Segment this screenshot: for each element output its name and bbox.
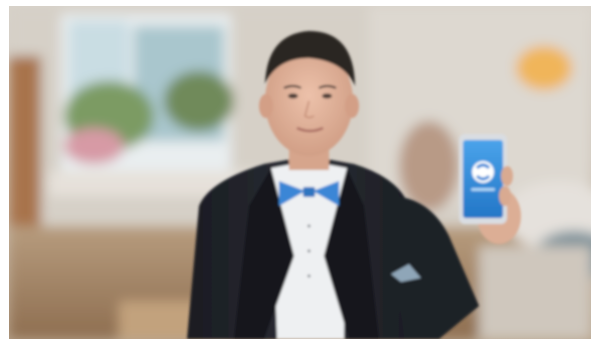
scene-illustration (9, 6, 591, 339)
app-logo-icon (472, 161, 494, 183)
video-frame (9, 6, 591, 339)
